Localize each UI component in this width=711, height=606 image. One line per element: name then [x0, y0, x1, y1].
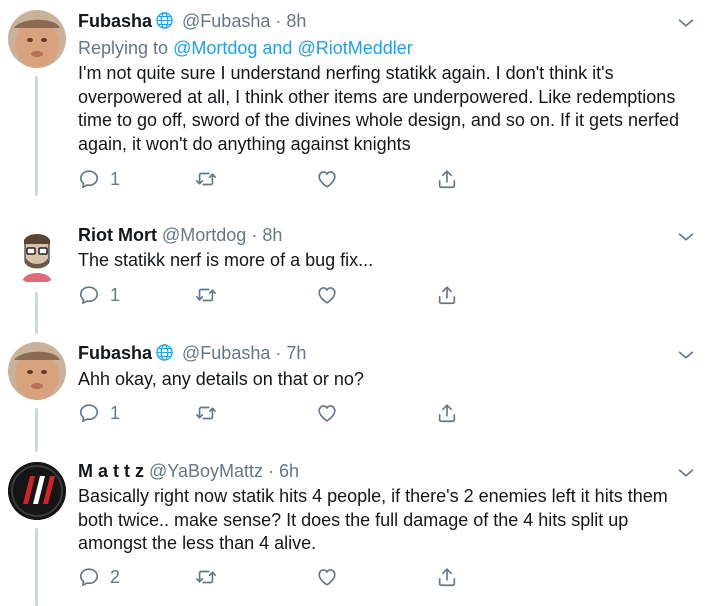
reply-count: 1 [110, 402, 121, 423]
reply-count: 1 [110, 168, 121, 189]
tweet-header: Riot Mort @Mortdog · 8h [78, 224, 282, 246]
share-button[interactable] [436, 168, 458, 190]
like-button[interactable] [316, 402, 338, 424]
reply-icon [78, 168, 100, 190]
heart-icon [316, 168, 338, 190]
handle[interactable]: @YaBoyMattz [149, 461, 263, 481]
share-button[interactable] [436, 566, 458, 588]
tweet-actions: 1 [78, 284, 478, 306]
handle[interactable]: @Fubasha [182, 343, 270, 363]
heart-icon [316, 284, 338, 306]
reply-button[interactable]: 1 [78, 168, 120, 190]
heart-icon [316, 402, 338, 424]
retweet-icon [194, 284, 218, 306]
avatar[interactable] [8, 462, 66, 520]
tweet-text: Basically right now statik hits 4 people… [78, 486, 668, 553]
heart-icon [316, 566, 338, 588]
reply-button[interactable]: 2 [78, 566, 120, 588]
share-icon [436, 402, 458, 424]
tweet-2[interactable]: Riot Mort @Mortdog · 8h The statikk nerf… [0, 224, 711, 334]
chevron-down-icon[interactable] [675, 12, 697, 34]
tweet-text: The statikk nerf is more of a bug fix... [78, 250, 374, 270]
retweet-button[interactable] [194, 402, 218, 424]
avatar[interactable] [8, 342, 66, 400]
reply-icon [78, 284, 100, 306]
replying-to-label: Replying to [78, 38, 169, 58]
tweet-actions: 2 [78, 566, 478, 588]
mention-and[interactable]: and [262, 38, 292, 58]
chevron-down-icon[interactable] [675, 462, 697, 484]
retweet-icon [194, 168, 218, 190]
tweet-3[interactable]: Fubasha @Fubasha · 7h Ahh okay, any deta… [0, 342, 711, 452]
display-name[interactable]: Fubasha [78, 343, 152, 363]
display-name[interactable]: M a t t z [78, 461, 144, 481]
timestamp[interactable]: · 7h [275, 343, 306, 363]
globe-icon [155, 343, 174, 362]
retweet-button[interactable] [194, 566, 218, 588]
share-icon [436, 284, 458, 306]
tweet-1[interactable]: Fubasha @Fubasha · 8h Replying to @Mortd… [0, 8, 711, 196]
like-button[interactable] [316, 168, 338, 190]
handle[interactable]: @Fubasha [182, 11, 270, 31]
tweet-text: Ahh okay, any details on that or no? [78, 369, 364, 389]
share-button[interactable] [436, 402, 458, 424]
reply-icon [78, 402, 100, 424]
display-name[interactable]: Riot Mort [78, 225, 157, 245]
share-button[interactable] [436, 284, 458, 306]
retweet-button[interactable] [194, 284, 218, 306]
globe-icon [155, 11, 174, 30]
timestamp[interactable]: · 6h [268, 461, 299, 481]
reply-count: 2 [110, 566, 121, 587]
retweet-button[interactable] [194, 168, 218, 190]
reply-count: 1 [110, 284, 121, 305]
thread-line [35, 528, 38, 606]
replying-to: Replying to @Mortdog and @RiotMeddler [78, 37, 413, 59]
chevron-down-icon[interactable] [675, 344, 697, 366]
timestamp[interactable]: · 8h [251, 225, 282, 245]
retweet-icon [194, 566, 218, 588]
avatar[interactable] [8, 226, 66, 284]
chevron-down-icon[interactable] [675, 226, 697, 248]
share-icon [436, 168, 458, 190]
display-name[interactable]: Fubasha [78, 11, 152, 31]
retweet-icon [194, 402, 218, 424]
thread-line [35, 408, 38, 452]
timestamp[interactable]: · 8h [275, 11, 306, 31]
tweet-actions: 1 [78, 402, 478, 424]
handle[interactable]: @Mortdog [162, 225, 246, 245]
avatar[interactable] [8, 10, 66, 68]
share-icon [436, 566, 458, 588]
like-button[interactable] [316, 284, 338, 306]
tweet-4[interactable]: M a t t z @YaBoyMattz · 6h Basically rig… [0, 460, 711, 606]
tweet-actions: 1 [78, 168, 478, 190]
thread-line [35, 292, 38, 334]
reply-icon [78, 566, 100, 588]
tweet-text: I'm not quite sure I understand nerfing … [78, 63, 680, 154]
reply-button[interactable]: 1 [78, 284, 120, 306]
like-button[interactable] [316, 566, 338, 588]
mention-link[interactable]: @RiotMeddler [297, 38, 412, 58]
mention-link[interactable]: @Mortdog [173, 38, 257, 58]
tweet-header: Fubasha @Fubasha · 8h [78, 10, 306, 32]
reply-button[interactable]: 1 [78, 402, 120, 424]
tweet-header: Fubasha @Fubasha · 7h [78, 342, 306, 364]
tweet-header: M a t t z @YaBoyMattz · 6h [78, 460, 299, 482]
thread-line [35, 76, 38, 196]
